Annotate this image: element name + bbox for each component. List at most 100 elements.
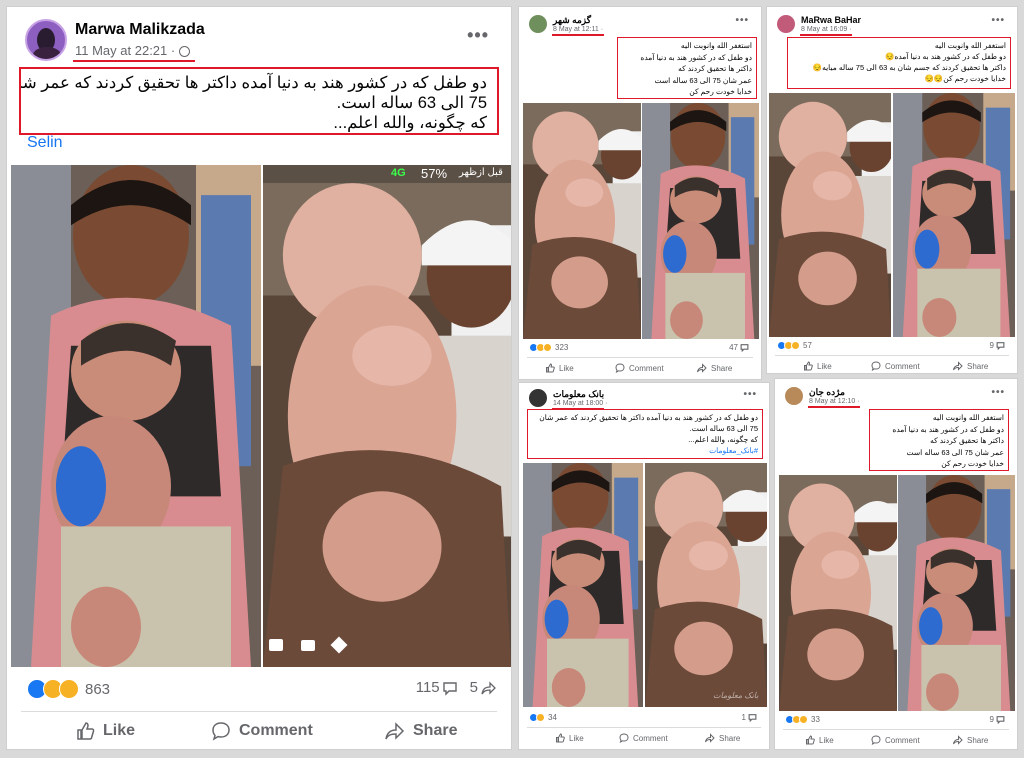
overlay-tag-icon[interactable] <box>330 636 348 654</box>
overlay-comment-icon[interactable] <box>301 639 315 651</box>
post-date[interactable]: 8 May at 16:09 · <box>801 26 852 33</box>
author-name[interactable]: Marwa Malikzada <box>75 21 205 39</box>
share-button[interactable]: Share <box>705 733 740 743</box>
reactions-summary[interactable]: 34 <box>529 713 557 722</box>
comment-count[interactable]: 9 <box>990 341 1005 350</box>
share-count[interactable]: 5 <box>470 679 478 696</box>
share-label: Share <box>413 722 458 739</box>
photo-left[interactable] <box>523 463 643 707</box>
like-button[interactable]: Like <box>545 363 574 373</box>
photo-left[interactable] <box>11 165 261 667</box>
photo-right-image <box>645 463 767 707</box>
post-hashtag[interactable]: #بانک_معلومات <box>532 445 758 456</box>
reactions-summary[interactable]: 33 <box>785 715 820 724</box>
like-button[interactable]: Like <box>803 361 832 371</box>
comment-count-value: 9 <box>989 341 994 350</box>
photo-right[interactable]: 4G 57% قبل ازظهر <box>263 165 511 667</box>
comment-count[interactable]: 47 <box>729 343 749 352</box>
more-options-icon[interactable]: ••• <box>991 387 1005 398</box>
comment-count[interactable]: 115 <box>416 679 440 696</box>
post-date[interactable]: 8 May at 12:10 · <box>809 398 860 405</box>
wow-reaction-icon <box>799 715 808 724</box>
avatar[interactable] <box>777 15 795 33</box>
comment-icon <box>619 733 629 743</box>
photo-left-image <box>523 463 643 707</box>
author-name[interactable]: MaRwa BaHar <box>801 15 861 25</box>
like-icon <box>806 735 815 745</box>
like-icon <box>804 361 813 371</box>
overlay-like-icon[interactable] <box>269 639 283 651</box>
reaction-count: 57 <box>803 341 812 350</box>
photo-left-image <box>779 475 897 711</box>
photo-left[interactable] <box>523 103 641 339</box>
like-label: Like <box>103 722 136 739</box>
date-underline <box>800 34 852 36</box>
comment-button[interactable]: Comment <box>615 363 664 373</box>
photo-watermark: بانک معلومات <box>713 691 759 700</box>
reactions-summary[interactable]: 863 <box>27 679 110 699</box>
comment-label: Comment <box>885 361 920 371</box>
share-button[interactable]: Share <box>953 735 988 745</box>
tag-link[interactable]: Selin <box>27 134 63 152</box>
comment-label: Comment <box>633 733 668 743</box>
like-button[interactable]: Like <box>555 733 584 743</box>
wow-reaction-icon <box>791 341 800 350</box>
comment-icon <box>615 363 625 373</box>
post-date[interactable]: 8 May at 12:11 · <box>553 26 603 33</box>
more-options-icon[interactable]: ••• <box>991 15 1005 26</box>
photo-right[interactable] <box>893 93 1015 337</box>
small-post-1: گزمه شهر 8 May at 12:11 · ••• استغفر الل… <box>518 6 762 380</box>
reaction-count: 863 <box>85 680 111 698</box>
like-icon <box>77 722 95 740</box>
share-button[interactable]: Share <box>953 361 988 371</box>
status-bar-signal: 4G <box>391 167 406 179</box>
share-button[interactable]: Share <box>697 363 732 373</box>
post-date[interactable]: 14 May at 18:00 · <box>553 400 607 407</box>
more-options-icon[interactable]: ••• <box>467 25 489 46</box>
like-button[interactable]: Like <box>805 735 834 745</box>
like-button[interactable]: Like <box>75 721 135 741</box>
comment-count-value: 47 <box>729 343 738 352</box>
share-icon <box>953 361 963 371</box>
date-underline <box>552 34 604 36</box>
photo-right[interactable] <box>898 475 1015 711</box>
reactions-summary[interactable]: 57 <box>777 341 812 350</box>
comment-count-icon <box>442 681 457 696</box>
comment-button[interactable]: Comment <box>211 721 313 741</box>
more-options-icon[interactable]: ••• <box>743 389 757 400</box>
photo-right[interactable]: بانک معلومات <box>645 463 767 707</box>
share-count-icon <box>481 680 496 695</box>
post-text-line-1: دو طفل که در کشور هند به دنیا آمده داکتر… <box>539 413 758 422</box>
comment-count[interactable]: 1 <box>742 713 757 722</box>
more-options-icon[interactable]: ••• <box>735 15 749 26</box>
avatar[interactable] <box>529 15 547 33</box>
post-text-line-5: خدایا خودت رحم کن <box>941 459 1004 468</box>
comment-share-counts: 115 5 <box>416 679 497 696</box>
author-name[interactable]: مژده جان <box>809 387 845 398</box>
phone-status-bar: 4G 57% قبل ازظهر <box>263 165 511 183</box>
post-date[interactable]: 11 May at 22:21 · <box>75 43 190 58</box>
post-text-line-1: استغفر الله وانوبت الیه <box>680 41 752 50</box>
avatar[interactable] <box>529 389 547 407</box>
photo-right[interactable] <box>642 103 759 339</box>
comment-button[interactable]: Comment <box>871 361 920 371</box>
comment-button[interactable]: Comment <box>619 733 668 743</box>
comment-count[interactable]: 9 <box>990 715 1005 724</box>
comment-label: Comment <box>885 735 920 745</box>
share-button[interactable]: Share <box>385 721 457 741</box>
like-label: Like <box>817 361 832 371</box>
reactions-summary[interactable]: 323 <box>529 343 568 352</box>
avatar[interactable] <box>25 19 67 61</box>
photo-right-image <box>898 475 1015 711</box>
avatar[interactable] <box>785 387 803 405</box>
author-name[interactable]: گزمه شهر <box>553 15 591 26</box>
like-label: Like <box>569 733 584 743</box>
small-post-4: مژده جان 8 May at 12:10 · ••• استغفر الل… <box>774 378 1018 750</box>
author-name[interactable]: بانک معلومات <box>553 389 604 400</box>
comment-button[interactable]: Comment <box>871 735 920 745</box>
photo-left[interactable] <box>779 475 897 711</box>
photo-left[interactable] <box>769 93 891 337</box>
small-post-3: بانک معلومات 14 May at 18:00 · ••• دو طف… <box>518 382 770 750</box>
post-text-line-3: که چگونه، والله اعلم... <box>333 114 487 132</box>
like-label: Like <box>559 363 574 373</box>
